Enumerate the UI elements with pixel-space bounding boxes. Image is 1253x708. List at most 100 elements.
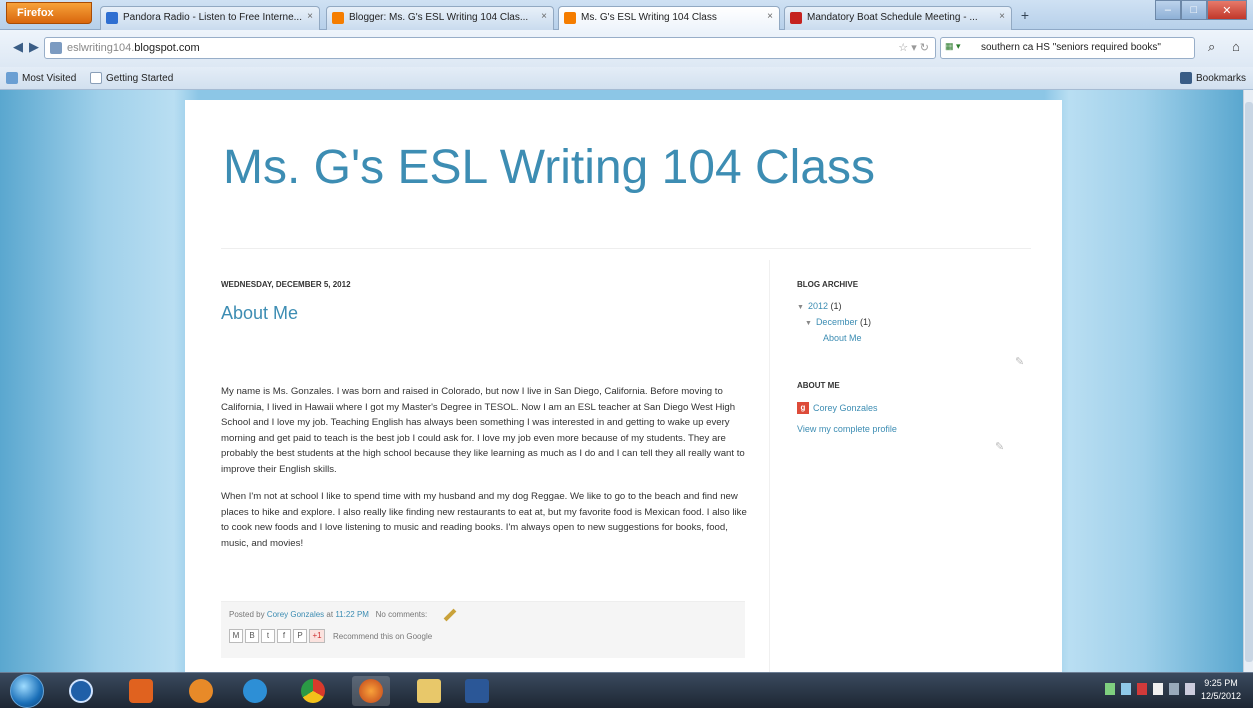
page-icon bbox=[90, 72, 102, 84]
firefox-taskbar-icon[interactable] bbox=[352, 676, 390, 706]
volume-icon[interactable] bbox=[1185, 683, 1195, 695]
post-title[interactable]: About Me bbox=[221, 303, 298, 324]
search-input-value: southern ca HS "seniors required books" bbox=[981, 42, 1161, 53]
bookmark-most-visited[interactable]: Most Visited bbox=[6, 72, 76, 84]
archive-year[interactable]: ▼ 2012 (1) bbox=[797, 301, 1037, 311]
archive-heading: BLOG ARCHIVE bbox=[797, 280, 859, 289]
bookmarks-menu-button[interactable]: Bookmarks bbox=[1180, 72, 1246, 84]
tray-app-icon[interactable] bbox=[1121, 683, 1131, 695]
bookmark-star-icon[interactable]: ☆ ▾ ↻ bbox=[898, 41, 929, 54]
search-input[interactable]: ▦ ▾ southern ca HS "seniors required boo… bbox=[940, 37, 1195, 59]
profile-name-link[interactable]: Corey Gonzales bbox=[813, 403, 878, 413]
most-visited-icon bbox=[6, 72, 18, 84]
edit-pencil-icon[interactable] bbox=[444, 608, 457, 622]
file-explorer-icon[interactable] bbox=[410, 676, 448, 706]
search-engine-icon[interactable]: ▦ ▾ bbox=[945, 41, 975, 55]
about-me-widget: ABOUT ME g Corey Gonzales View my comple… bbox=[797, 381, 1037, 434]
forward-arrow-icon[interactable]: ▶ bbox=[26, 39, 42, 55]
post-footer: Posted by Corey Gonzales at 11:22 PM No … bbox=[221, 601, 745, 658]
network-icon[interactable] bbox=[1169, 683, 1179, 695]
close-window-button[interactable]: ✕ bbox=[1206, 0, 1247, 20]
blogger-favicon-icon bbox=[332, 12, 344, 24]
blog-this-button[interactable]: B bbox=[245, 629, 259, 643]
close-tab-icon[interactable]: × bbox=[541, 11, 547, 22]
archive-post-link[interactable]: About Me bbox=[797, 333, 1037, 343]
action-center-icon[interactable] bbox=[1153, 683, 1163, 695]
url-subdomain: eslwriting104. bbox=[67, 42, 135, 54]
url-bar[interactable]: eslwriting104.blogspot.com ☆ ▾ ↻ bbox=[44, 37, 936, 59]
blogger-favicon-icon bbox=[564, 12, 576, 24]
facebook-share-button[interactable]: f bbox=[277, 629, 291, 643]
taskbar-clock[interactable]: 9:25 PM 12/5/2012 bbox=[1197, 677, 1245, 703]
google-plus-one-button[interactable]: +1 bbox=[309, 629, 325, 643]
close-tab-icon[interactable]: × bbox=[767, 11, 773, 22]
back-arrow-icon[interactable]: ◀ bbox=[10, 39, 26, 55]
tab-label: Mandatory Boat Schedule Meeting - ... bbox=[807, 12, 978, 23]
maximize-button[interactable]: □ bbox=[1180, 0, 1207, 20]
word-icon[interactable] bbox=[458, 676, 496, 706]
tab-blogger[interactable]: Blogger: Ms. G's ESL Writing 104 Clas...… bbox=[326, 6, 554, 30]
twitter-share-button[interactable]: t bbox=[261, 629, 275, 643]
tray-app-icon[interactable] bbox=[1105, 683, 1115, 695]
tab-label: Ms. G's ESL Writing 104 Class bbox=[581, 12, 717, 23]
start-button-icon[interactable] bbox=[10, 674, 44, 708]
sidebar-divider bbox=[769, 260, 770, 672]
hp-icon[interactable] bbox=[62, 676, 100, 706]
site-identity-icon[interactable] bbox=[50, 42, 62, 54]
recommend-label: Recommend this on Google bbox=[333, 631, 433, 641]
chrome-icon[interactable] bbox=[294, 676, 332, 706]
wrench-icon[interactable]: ✎ bbox=[1015, 355, 1027, 368]
search-magnifier-icon[interactable]: ⌕ bbox=[1208, 39, 1215, 55]
tab-gmail[interactable]: Mandatory Boat Schedule Meeting - ... × bbox=[784, 6, 1012, 30]
email-share-button[interactable]: M bbox=[229, 629, 243, 643]
minimize-button[interactable]: – bbox=[1155, 0, 1181, 20]
firefox-menu-button[interactable]: Firefox bbox=[6, 2, 92, 24]
archive-month-label[interactable]: December bbox=[816, 317, 858, 327]
tab-blog-active[interactable]: Ms. G's ESL Writing 104 Class × bbox=[558, 6, 780, 30]
clock-time: 9:25 PM bbox=[1204, 678, 1238, 688]
office-icon[interactable] bbox=[122, 676, 160, 706]
scrollbar-thumb[interactable] bbox=[1245, 102, 1253, 662]
archive-month[interactable]: ▼ December (1) bbox=[797, 317, 1037, 327]
windows-taskbar: 9:25 PM 12/5/2012 bbox=[0, 672, 1253, 708]
archive-year-label[interactable]: 2012 bbox=[808, 301, 828, 311]
close-tab-icon[interactable]: × bbox=[307, 11, 313, 22]
tab-label: Blogger: Ms. G's ESL Writing 104 Clas... bbox=[349, 12, 529, 23]
close-tab-icon[interactable]: × bbox=[999, 11, 1005, 22]
google-plus-icon: g bbox=[797, 402, 809, 414]
wrench-icon[interactable]: ✎ bbox=[995, 440, 1007, 453]
comments-link[interactable]: No comments: bbox=[376, 610, 428, 619]
bookmark-label: Getting Started bbox=[106, 72, 174, 84]
archive-month-count: (1) bbox=[859, 317, 871, 327]
profile-name-row[interactable]: g Corey Gonzales bbox=[797, 402, 1037, 414]
author-link[interactable]: Corey Gonzales bbox=[267, 610, 324, 619]
header-divider bbox=[221, 248, 1031, 249]
bookmark-getting-started[interactable]: Getting Started bbox=[90, 72, 173, 84]
new-tab-button[interactable]: + bbox=[1015, 7, 1035, 27]
internet-explorer-icon[interactable] bbox=[236, 676, 274, 706]
sidebar: BLOG ARCHIVE ▼ 2012 (1) ▼ December (1) Abo… bbox=[797, 280, 1037, 453]
clock-date: 12/5/2012 bbox=[1200, 691, 1242, 701]
system-tray bbox=[1105, 683, 1195, 695]
pinterest-share-button[interactable]: P bbox=[293, 629, 307, 643]
gmail-favicon-icon bbox=[790, 12, 802, 24]
tab-pandora[interactable]: Pandora Radio - Listen to Free Interne..… bbox=[100, 6, 320, 30]
view-profile-link[interactable]: View my complete profile bbox=[797, 424, 1037, 434]
expand-triangle-icon[interactable]: ▼ bbox=[805, 320, 812, 327]
bookmarks-menu-label: Bookmarks bbox=[1196, 72, 1247, 84]
blog-page: Ms. G's ESL Writing 104 Class WEDNESDAY,… bbox=[185, 100, 1062, 672]
bookmarks-toolbar: Most Visited Getting Started Bookmarks bbox=[0, 67, 1253, 90]
media-player-icon[interactable] bbox=[182, 676, 220, 706]
page-viewport: Ms. G's ESL Writing 104 Class WEDNESDAY,… bbox=[0, 90, 1243, 672]
window-controls: – □ ✕ bbox=[1155, 0, 1247, 20]
expand-triangle-icon[interactable]: ▼ bbox=[797, 304, 804, 311]
at-label: at bbox=[326, 610, 334, 619]
tray-app-icon[interactable] bbox=[1137, 683, 1147, 695]
post-time-link[interactable]: 11:22 PM bbox=[335, 610, 369, 619]
share-buttons: M B t f P +1 Recommend this on Google bbox=[229, 629, 745, 643]
blog-title[interactable]: Ms. G's ESL Writing 104 Class bbox=[223, 140, 875, 195]
home-icon[interactable]: ⌂ bbox=[1232, 39, 1240, 54]
posted-by-label: Posted by bbox=[229, 610, 265, 619]
vertical-scrollbar[interactable] bbox=[1243, 90, 1253, 672]
post-byline: Posted by Corey Gonzales at 11:22 PM No … bbox=[229, 608, 745, 622]
